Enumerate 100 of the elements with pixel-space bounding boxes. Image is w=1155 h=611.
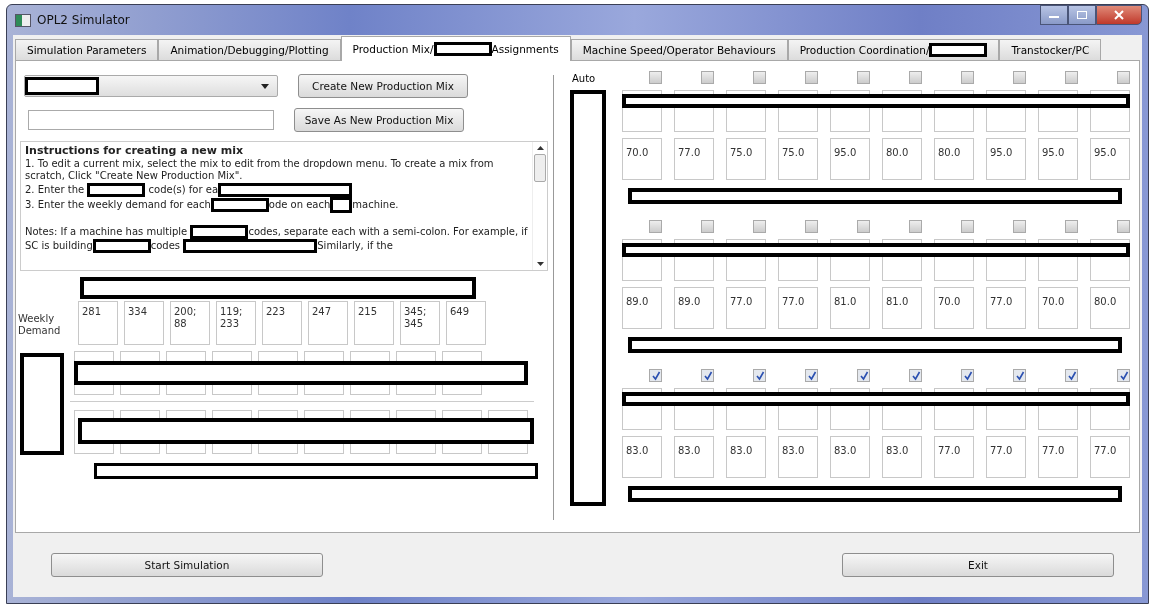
tab[interactable]: Simulation Parameters: [15, 39, 159, 60]
checkbox[interactable]: [1065, 71, 1078, 84]
demand-field[interactable]: 247: [308, 301, 348, 345]
checkbox[interactable]: [1117, 71, 1130, 84]
checkbox[interactable]: [1117, 369, 1130, 382]
speed-field[interactable]: 77.0: [674, 138, 714, 180]
speed-field[interactable]: 83.0: [882, 436, 922, 478]
speed-field[interactable]: 77.0: [1090, 436, 1130, 478]
instruction-text: 3. Enter the weekly demand for each ode on each machine.: [25, 196, 528, 213]
speed-field[interactable]: 95.0: [830, 138, 870, 180]
speed-field[interactable]: 77.0: [934, 436, 974, 478]
checkbox[interactable]: [1013, 71, 1026, 84]
speed-field[interactable]: 83.0: [726, 436, 766, 478]
demand-field[interactable]: 281: [78, 301, 118, 345]
minimize-button[interactable]: [1040, 5, 1068, 25]
scroll-down-icon[interactable]: [536, 262, 544, 266]
speed-field[interactable]: 80.0: [1090, 287, 1130, 329]
speed-field[interactable]: 70.0: [934, 287, 974, 329]
checkbox[interactable]: [805, 71, 818, 84]
speed-field[interactable]: 95.0: [986, 138, 1026, 180]
close-icon: [1113, 10, 1125, 20]
tab[interactable]: Production Coordination/: [787, 39, 1000, 60]
demand-field[interactable]: 345; 345: [400, 301, 440, 345]
demand-field[interactable]: 649: [446, 301, 486, 345]
instruction-text: Notes: If a machine has multiple codes, separate each with a semi-colon. For example, if SC is building codes Similarly, if the: [25, 224, 528, 253]
tab[interactable]: Animation/Debugging/Plotting: [158, 39, 341, 60]
auto-label: Auto: [572, 73, 596, 84]
maximize-icon: [1076, 10, 1088, 20]
speed-field[interactable]: 83.0: [622, 436, 662, 478]
window-title: OPL2 Simulator: [37, 13, 130, 27]
checkbox[interactable]: [961, 220, 974, 233]
tab[interactable]: Transtocker/PC: [999, 39, 1102, 60]
speed-field[interactable]: 83.0: [778, 436, 818, 478]
checkbox[interactable]: [753, 220, 766, 233]
checkbox[interactable]: [805, 369, 818, 382]
checkbox[interactable]: [1065, 369, 1078, 382]
speed-field[interactable]: 70.0: [1038, 287, 1078, 329]
scrollbar[interactable]: [532, 142, 547, 270]
scroll-thumb[interactable]: [534, 154, 546, 182]
speed-field[interactable]: 95.0: [1090, 138, 1130, 180]
tab[interactable]: Machine Speed/Operator Behaviours: [570, 39, 788, 60]
checkbox[interactable]: [909, 220, 922, 233]
demand-field[interactable]: 334: [124, 301, 164, 345]
checkbox[interactable]: [649, 369, 662, 382]
speed-field[interactable]: 77.0: [1038, 436, 1078, 478]
mix-name-field[interactable]: [28, 110, 274, 130]
checkbox[interactable]: [753, 71, 766, 84]
exit-button[interactable]: Exit: [842, 553, 1114, 577]
checkbox[interactable]: [961, 369, 974, 382]
speed-field[interactable]: 77.0: [726, 287, 766, 329]
demand-field[interactable]: 119; 233: [216, 301, 256, 345]
caret-icon: [261, 83, 269, 89]
checkbox[interactable]: [701, 220, 714, 233]
checkbox[interactable]: [701, 71, 714, 84]
speed-field[interactable]: 77.0: [986, 287, 1026, 329]
instruction-text: 2. Enter the code(s) for ea: [25, 182, 528, 197]
checkbox[interactable]: [909, 369, 922, 382]
speed-field[interactable]: 80.0: [882, 138, 922, 180]
speed-field[interactable]: 77.0: [778, 287, 818, 329]
demand-field[interactable]: 223: [262, 301, 302, 345]
maximize-button[interactable]: [1068, 5, 1096, 25]
weekly-demand-label: Weekly Demand: [18, 312, 62, 338]
demand-field[interactable]: 200; 88: [170, 301, 210, 345]
checkbox[interactable]: [649, 71, 662, 84]
demand-field[interactable]: 215: [354, 301, 394, 345]
instruction-text: 1. To edit a current mix, select the mix to edit from the dropdown menu. To create a mix from scratch, Click "Create New Production Mix".: [25, 157, 495, 183]
speed-field[interactable]: 89.0: [674, 287, 714, 329]
speed-field[interactable]: 83.0: [674, 436, 714, 478]
speed-field[interactable]: 77.0: [986, 436, 1026, 478]
speed-field[interactable]: 81.0: [830, 287, 870, 329]
speed-field[interactable]: 89.0: [622, 287, 662, 329]
create-mix-button[interactable]: Create New Production Mix: [298, 74, 468, 98]
checkbox[interactable]: [857, 71, 870, 84]
app-icon: [15, 13, 31, 27]
checkbox[interactable]: [1013, 369, 1026, 382]
checkbox[interactable]: [857, 369, 870, 382]
checkbox[interactable]: [805, 220, 818, 233]
tab[interactable]: Production Mix/ Assignments: [340, 36, 571, 61]
speed-field[interactable]: 75.0: [778, 138, 818, 180]
checkbox[interactable]: [961, 71, 974, 84]
speed-field[interactable]: 83.0: [830, 436, 870, 478]
checkbox[interactable]: [753, 369, 766, 382]
instructions-heading: Instructions for creating a new mix: [25, 145, 245, 158]
speed-field[interactable]: 75.0: [726, 138, 766, 180]
checkbox[interactable]: [1013, 220, 1026, 233]
close-button[interactable]: [1096, 5, 1142, 25]
scroll-up-icon[interactable]: [536, 146, 544, 150]
checkbox[interactable]: [649, 220, 662, 233]
save-mix-button[interactable]: Save As New Production Mix: [294, 108, 464, 132]
checkbox[interactable]: [857, 220, 870, 233]
checkbox[interactable]: [701, 369, 714, 382]
speed-field[interactable]: 81.0: [882, 287, 922, 329]
speed-field[interactable]: 80.0: [934, 138, 974, 180]
checkbox[interactable]: [1117, 220, 1130, 233]
checkbox[interactable]: [909, 71, 922, 84]
speed-field[interactable]: 70.0: [622, 138, 662, 180]
checkbox[interactable]: [1065, 220, 1078, 233]
mix-dropdown[interactable]: [24, 75, 278, 97]
speed-field[interactable]: 95.0: [1038, 138, 1078, 180]
start-simulation-button[interactable]: Start Simulation: [51, 553, 323, 577]
